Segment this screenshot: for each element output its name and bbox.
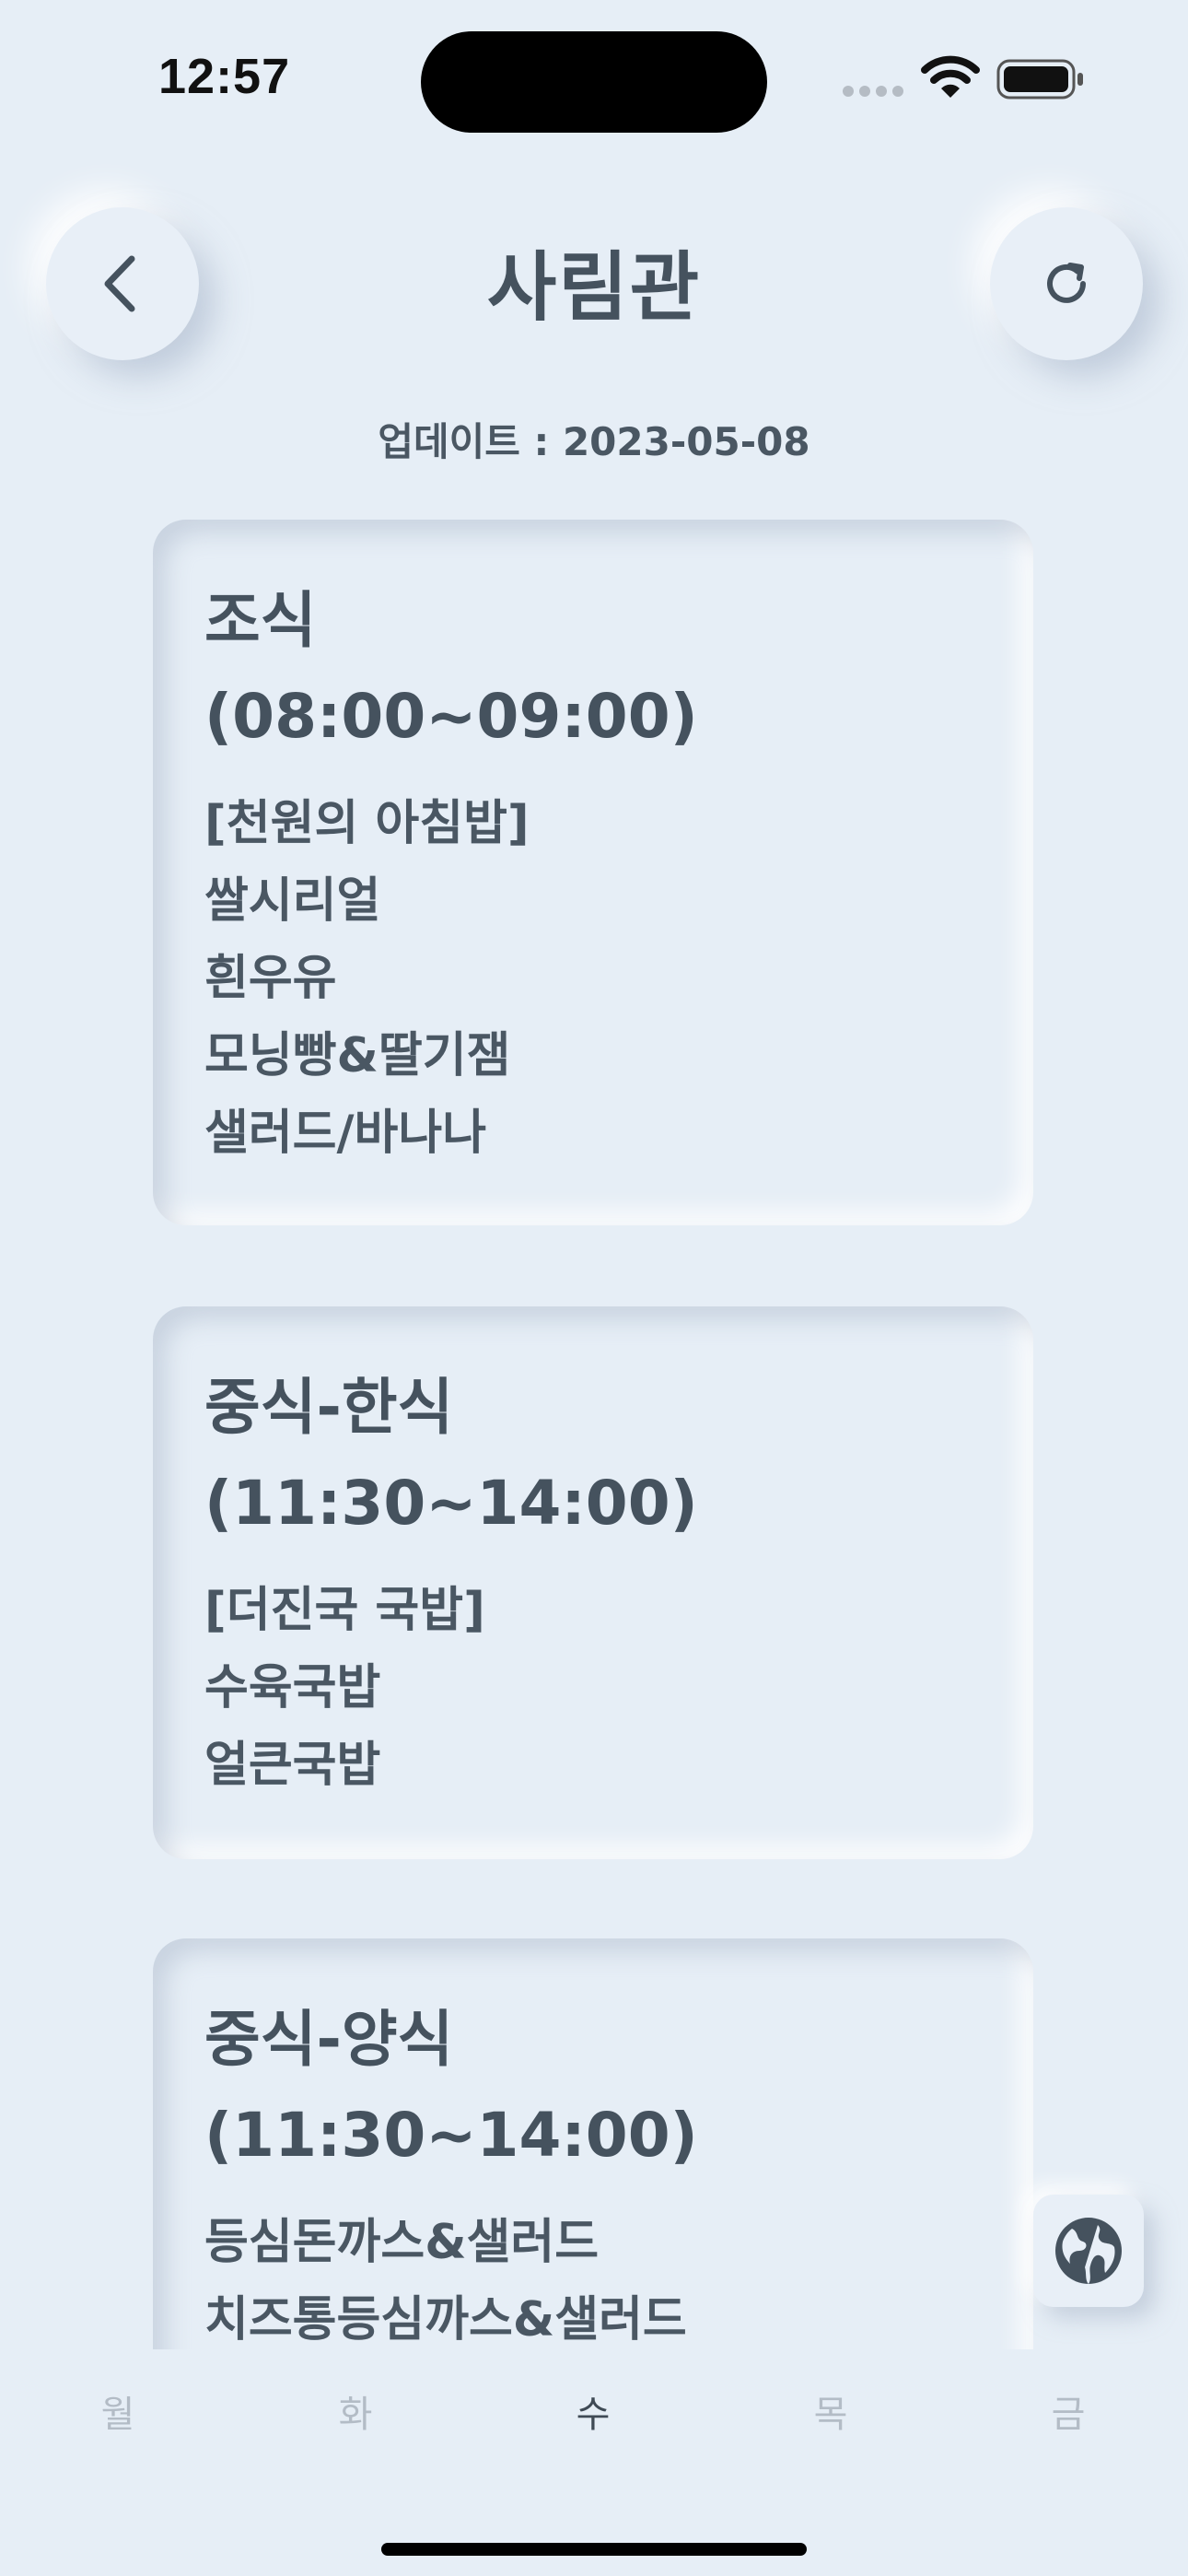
meal-items: 등심돈까스&샐러드 치즈통등심까스&샐러드 bbox=[204, 2204, 982, 2349]
meal-time: (11:30~14:00) bbox=[204, 1468, 698, 1539]
battery-icon bbox=[996, 59, 1083, 100]
meal-card-lunch-western: 중식-양식 (11:30~14:00) 등심돈까스&샐러드 치즈통등심까스&샐러… bbox=[153, 1938, 1033, 2349]
tab-friday[interactable]: 금 bbox=[1013, 2384, 1124, 2438]
status-time: 12:57 bbox=[158, 49, 291, 104]
language-button[interactable] bbox=[1033, 2195, 1144, 2307]
home-indicator[interactable] bbox=[381, 2543, 807, 2556]
meal-time: (11:30~14:00) bbox=[204, 2100, 698, 2171]
globe-icon bbox=[1055, 2218, 1122, 2284]
meal-item: 모닝빵&딸기잼 bbox=[204, 1028, 511, 1083]
dynamic-island bbox=[421, 31, 767, 133]
meal-items: [천원의 아침밥] 쌀시리얼 흰우유 모닝빵&딸기잼 샐러드/바나나 bbox=[204, 785, 982, 1172]
tab-wednesday[interactable]: 수 bbox=[538, 2384, 648, 2438]
meal-item: [더진국 국밥] bbox=[204, 1583, 485, 1638]
meal-list[interactable]: 조식 (08:00~09:00) [천원의 아침밥] 쌀시리얼 흰우유 모닝빵&… bbox=[0, 479, 1188, 2349]
meal-item: 쌀시리얼 bbox=[204, 873, 381, 929]
meal-title: 조식 bbox=[204, 585, 317, 656]
update-date: 업데이트 : 2023-05-08 bbox=[378, 419, 810, 464]
meal-item: 수육국밥 bbox=[204, 1660, 381, 1715]
meal-item: 얼큰국밥 bbox=[204, 1738, 381, 1793]
meal-time: (08:00~09:00) bbox=[204, 681, 698, 752]
cellular-signal-icon bbox=[843, 86, 903, 97]
meal-card-lunch-korean: 중식-한식 (11:30~14:00) [더진국 국밥] 수육국밥 얼큰국밥 bbox=[153, 1306, 1033, 1859]
screen: 12:57 사림관 업데이트 : 2023-05-08 조식 (08:00~09… bbox=[0, 0, 1188, 2576]
day-tabs: 월 화 수 목 금 bbox=[0, 2384, 1188, 2440]
meal-item: 샐러드/바나나 bbox=[204, 1106, 487, 1161]
refresh-icon bbox=[1047, 263, 1086, 303]
refresh-button[interactable] bbox=[990, 207, 1143, 360]
tab-monday[interactable]: 월 bbox=[63, 2384, 173, 2438]
tab-tuesday[interactable]: 화 bbox=[300, 2384, 411, 2438]
meal-item: 흰우유 bbox=[204, 951, 337, 1006]
meal-card-breakfast: 조식 (08:00~09:00) [천원의 아침밥] 쌀시리얼 흰우유 모닝빵&… bbox=[153, 520, 1033, 1225]
meal-title: 중식-양식 bbox=[204, 2004, 454, 2075]
tab-thursday[interactable]: 목 bbox=[775, 2384, 886, 2438]
wifi-icon bbox=[921, 55, 980, 98]
meal-item: 치즈통등심까스&샐러드 bbox=[204, 2292, 687, 2348]
meal-items: [더진국 국밥] 수육국밥 얼큰국밥 bbox=[204, 1572, 982, 1804]
meal-item: 등심돈까스&샐러드 bbox=[204, 2215, 600, 2270]
meal-item: [천원의 아침밥] bbox=[204, 796, 530, 851]
meal-title: 중식-한식 bbox=[204, 1372, 454, 1443]
